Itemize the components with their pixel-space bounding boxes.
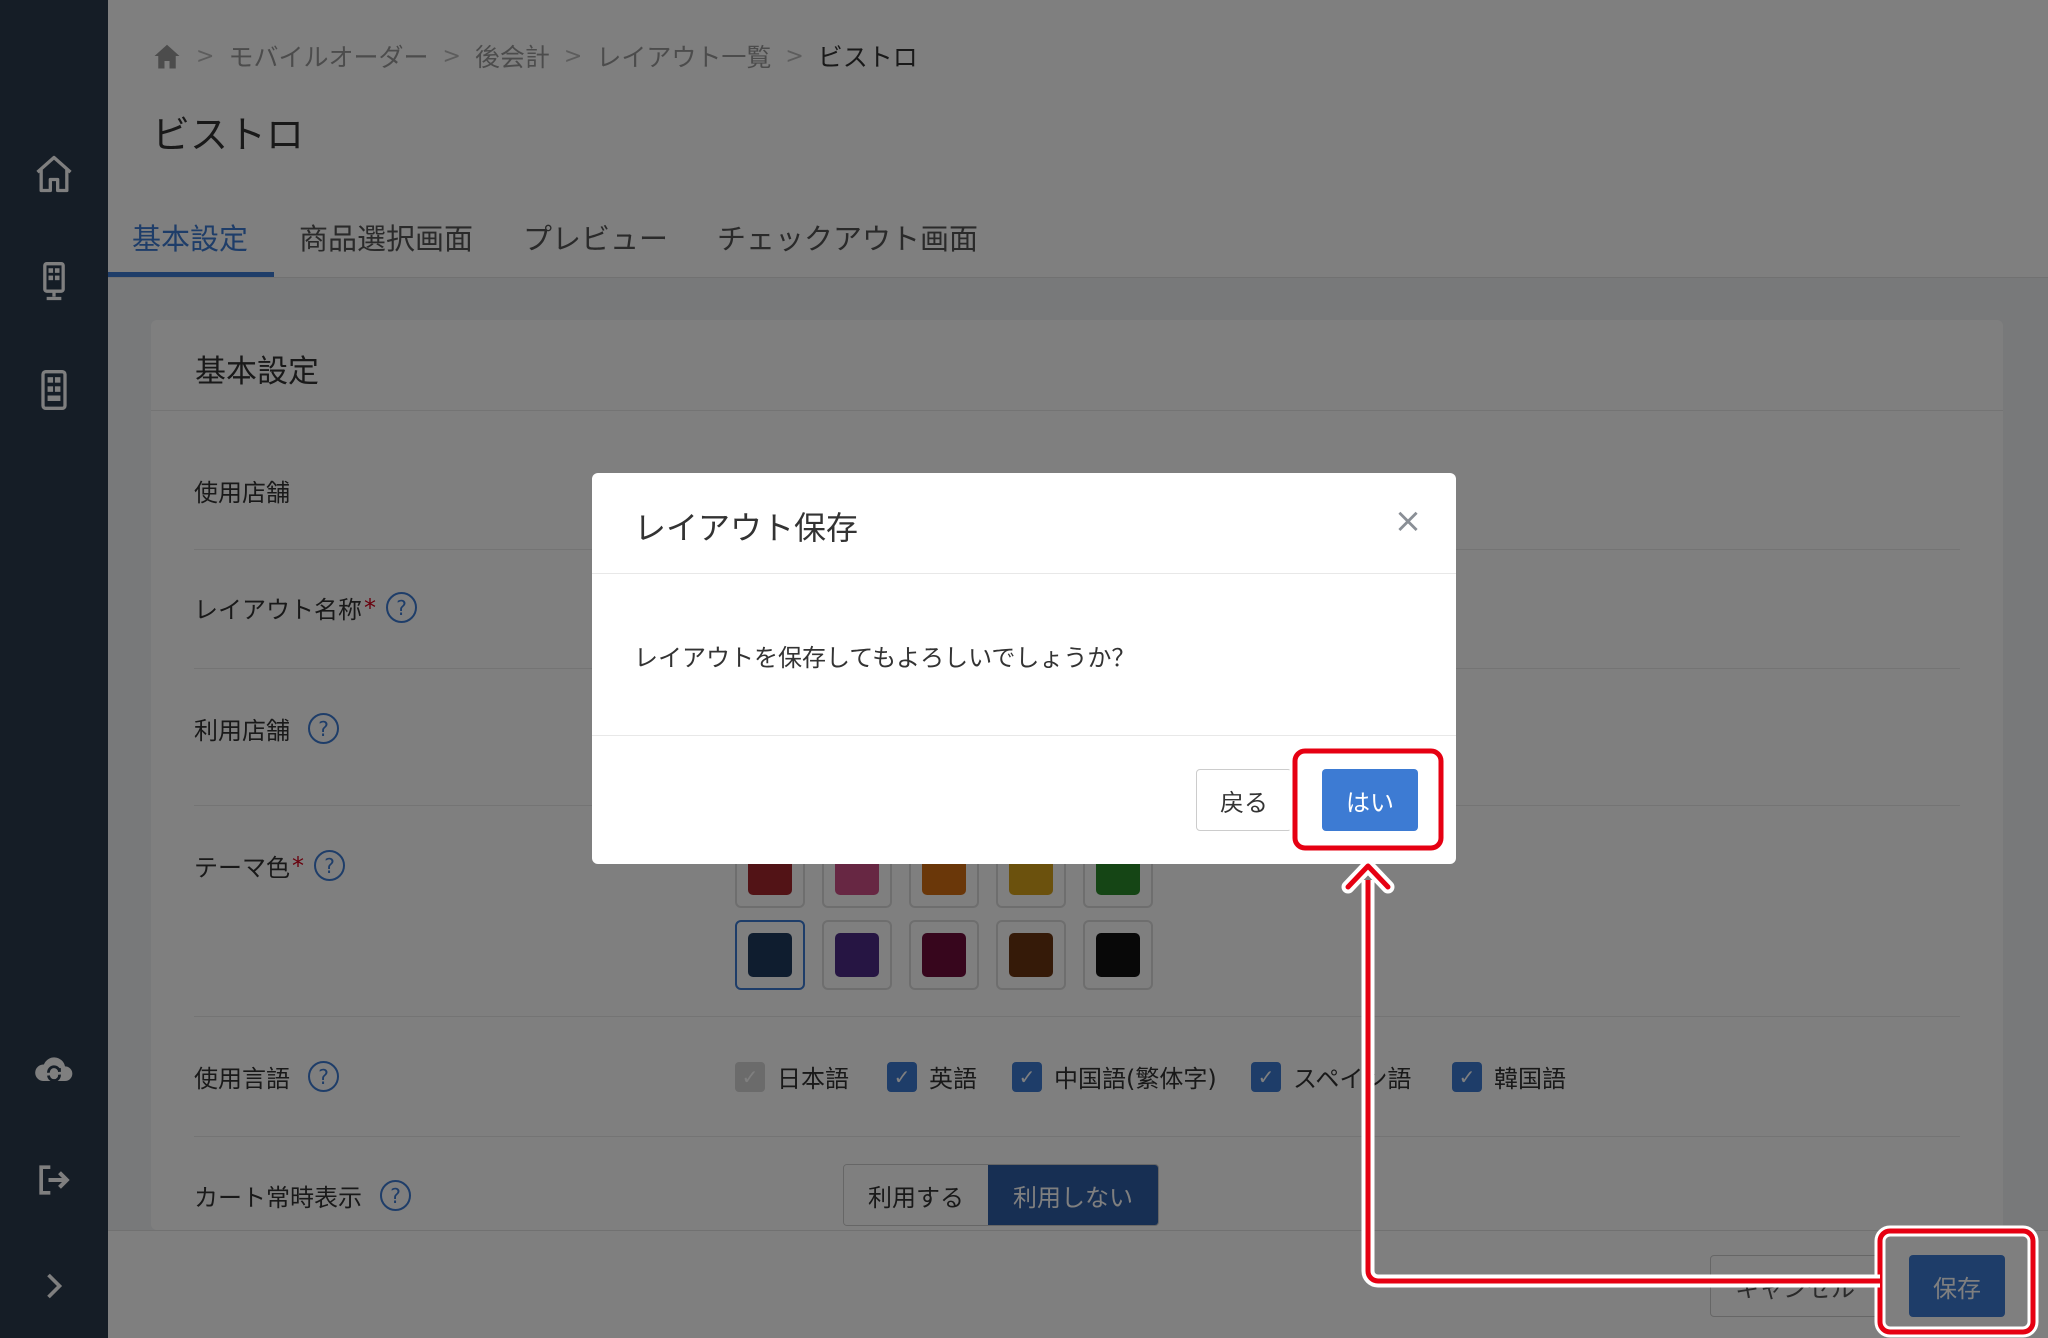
dialog-title: レイアウト保存 [634,509,859,547]
close-icon[interactable]: × [1388,501,1428,541]
yes-button[interactable]: はい [1322,769,1418,831]
dialog-footer-divider [592,735,1456,736]
dialog-header-divider [592,573,1456,574]
save-layout-dialog: レイアウト保存 × レイアウトを保存してもよろしいでしょうか？ 戻る はい [592,473,1456,864]
back-button[interactable]: 戻る [1196,769,1292,831]
dialog-message: レイアウトを保存してもよろしいでしょうか？ [634,644,1136,672]
